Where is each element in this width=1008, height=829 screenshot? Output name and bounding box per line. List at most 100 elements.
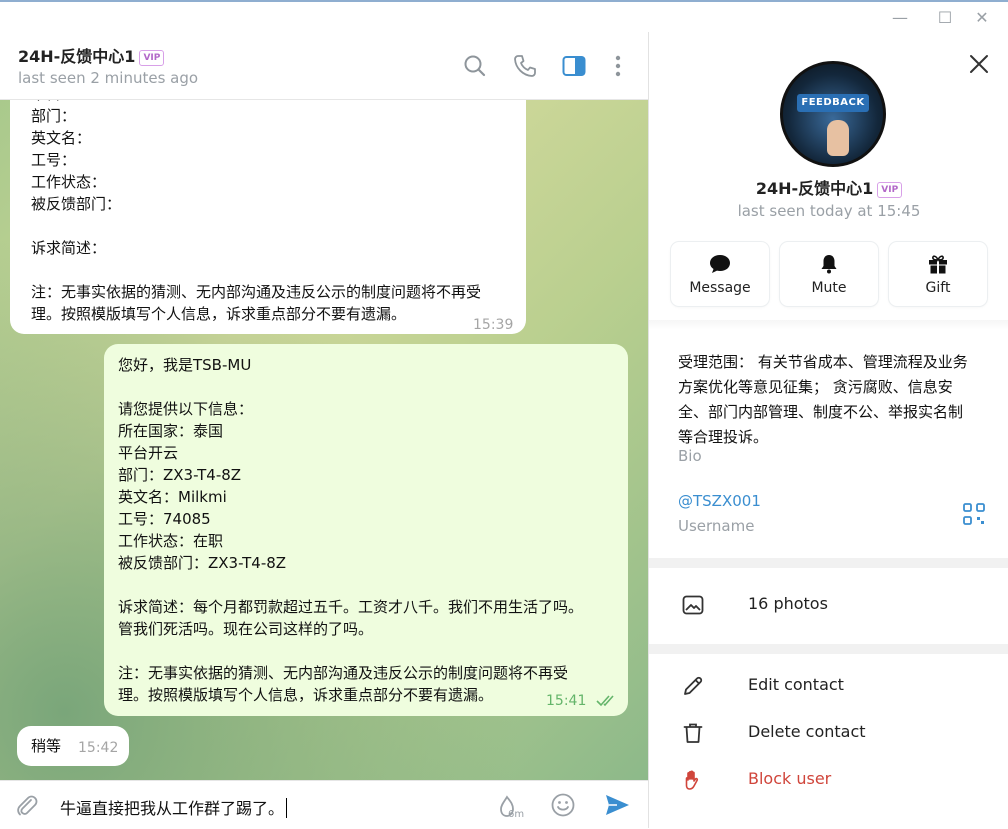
qr-code-icon[interactable] [962, 502, 986, 526]
gift-button-label: Gift [925, 280, 951, 296]
photos-label: 16 photos [748, 594, 828, 613]
bio-label: Bio [678, 447, 702, 465]
message-list[interactable]: 平台 部门： 英文名： 工号： 工作状态： 被反馈部门： 诉求简述： 注：无事实… [0, 99, 648, 780]
stop-hand-icon [685, 770, 699, 790]
delete-contact-label: Delete contact [748, 722, 866, 741]
gift-button[interactable]: Gift [889, 242, 987, 306]
message-line [118, 640, 624, 662]
message-line: 被反馈部门：ZX3-T4-8Z [118, 554, 287, 572]
message-line: 部门： [31, 107, 77, 125]
sidebar-toggle-icon[interactable] [560, 52, 588, 80]
chat-header[interactable]: 24H-反馈中心1 VIP last seen 2 minutes ago [0, 32, 648, 100]
profile-panel: FEEDBACK 24H-反馈中心1 VIP last seen today at… [648, 32, 1008, 828]
message-line [118, 376, 624, 398]
message-line: 注：无事实依据的猜测、无内部沟通及违反公示的制度问题将不再受 [118, 664, 569, 682]
block-user-label: Block user [748, 769, 832, 788]
bio-line: 全、部门内部管理、制度不公、举报实名制 [678, 403, 964, 421]
message-time: 15:42 [78, 740, 119, 756]
message-line: 理。按照模版填写个人信息，诉求重点部分不要有遗漏。 [31, 305, 407, 323]
avatar-label: FEEDBACK [797, 94, 869, 112]
message-line: 管我们死活吗。现在公司这样的了吗。 [118, 620, 374, 638]
message-line [31, 215, 521, 237]
profile-name-text: 24H-反馈中心1 [755, 179, 874, 198]
message-button[interactable]: Message [671, 242, 769, 306]
message-text: 您好，我是TSB-MU 请您提供以下信息： 所在国家：泰国 平台开云 部门：ZX… [118, 354, 624, 706]
message-text: 平台 部门： 英文名： 工号： 工作状态： 被反馈部门： 诉求简述： 注：无事实… [31, 99, 521, 325]
message-line [31, 259, 521, 281]
username-label: Username [678, 517, 755, 535]
chat-area: 24H-反馈中心1VIP last seen 2 minutes ago 平台 … [0, 32, 648, 829]
message-line [118, 574, 624, 596]
block-user-row[interactable]: Block user [649, 757, 1008, 803]
edit-contact-row[interactable]: Edit contact [649, 663, 1008, 709]
photos-row[interactable]: 16 photos [649, 582, 1008, 628]
chat-status: last seen 2 minutes ago [18, 69, 199, 87]
send-icon[interactable] [603, 791, 631, 819]
message-line: 工号：74085 [118, 510, 211, 528]
message-input-text: 牛逼直接把我从工作群了踢了。 [60, 799, 285, 818]
message-line: 注：无事实依据的猜测、无内部沟通及违反公示的制度问题将不再受 [31, 283, 482, 301]
divider [649, 558, 1008, 568]
message-line: 部门：ZX3-T4-8Z [118, 466, 242, 484]
mute-button-label: Mute [811, 280, 847, 296]
message-line: 工号： [31, 151, 77, 169]
message-line: 您好，我是TSB-MU [118, 356, 252, 374]
profile-name: 24H-反馈中心1 VIP [649, 175, 1008, 199]
divider [649, 320, 1008, 330]
profile-actions: Message Mute Gift [671, 242, 987, 306]
message-text: 稍等 [31, 737, 62, 755]
search-icon[interactable] [461, 52, 489, 80]
message-line: 英文名：Milkmi [118, 488, 227, 506]
pencil-icon [684, 676, 703, 695]
username-link[interactable]: @TSZX001 [678, 492, 761, 510]
chat-title: 24H-反馈中心1 VIP [18, 43, 165, 67]
message-line: 被反馈部门： [31, 195, 122, 213]
read-checkmarks-icon [596, 695, 614, 707]
window-close-button[interactable]: ✕ [972, 8, 992, 28]
message-line: 诉求简述：每个月都罚款超过五千。工资才八千。我们不用生活了吗。 [118, 598, 584, 616]
phone-icon[interactable] [511, 52, 539, 80]
bio-line: 方案优化等意见征集； 贪污腐败、信息安 [678, 378, 953, 396]
more-menu-icon[interactable] [604, 52, 632, 80]
maximize-button[interactable]: ☐ [935, 8, 955, 28]
chat-name: 24H-反馈中心1 [18, 47, 136, 66]
emoji-icon[interactable] [549, 791, 577, 819]
avatar[interactable]: FEEDBACK [780, 61, 886, 167]
message-line: 所在国家：泰国 [118, 422, 224, 440]
message-composer[interactable]: 牛逼直接把我从工作群了踢了。 6m [0, 780, 648, 829]
bell-icon [821, 255, 837, 274]
pointing-hand-icon [827, 120, 849, 156]
bio-text[interactable]: 受理范围： 有关节省成本、管理流程及业务 方案优化等意见征集； 贪污腐败、信息安… [678, 350, 994, 450]
bio-line: 等合理投诉。 [678, 428, 769, 446]
vip-badge: VIP [139, 50, 165, 66]
text-caret [286, 798, 288, 818]
message-line: 工作状态： [31, 173, 107, 191]
timer-label: 6m [508, 809, 525, 820]
close-icon[interactable] [967, 52, 991, 76]
message-line: 工作状态：在职 [118, 532, 224, 550]
minimize-button[interactable]: — [890, 8, 910, 28]
message-line: 平台开云 [118, 444, 179, 462]
trash-icon [683, 723, 703, 743]
attach-icon[interactable] [12, 791, 40, 819]
delete-contact-row[interactable]: Delete contact [649, 710, 1008, 756]
divider [649, 644, 1008, 654]
profile-status: last seen today at 15:45 [737, 202, 921, 220]
message-line: 英文名： [31, 129, 92, 147]
vip-badge: VIP [877, 182, 903, 198]
mute-button[interactable]: Mute [780, 242, 878, 306]
message-icon [710, 255, 730, 273]
message-bubble-incoming[interactable]: 平台 部门： 英文名： 工号： 工作状态： 被反馈部门： 诉求简述： 注：无事实… [10, 99, 526, 334]
message-time: 15:39 [473, 317, 514, 333]
message-bubble-outgoing[interactable]: 您好，我是TSB-MU 请您提供以下信息： 所在国家：泰国 平台开云 部门：ZX… [104, 344, 628, 716]
gift-icon [929, 255, 947, 274]
message-bubble-incoming[interactable]: 稍等 15:42 [17, 726, 129, 766]
window-titlebar: — ☐ ✕ [0, 2, 1008, 32]
message-input[interactable]: 牛逼直接把我从工作群了踢了。 [60, 795, 288, 819]
message-time: 15:41 [546, 693, 587, 709]
edit-contact-label: Edit contact [748, 675, 844, 694]
bio-line: 受理范围： 有关节省成本、管理流程及业务 [678, 353, 968, 371]
message-line: 诉求简述： [31, 239, 107, 257]
message-line: 请您提供以下信息： [118, 400, 254, 418]
image-icon [682, 595, 704, 615]
